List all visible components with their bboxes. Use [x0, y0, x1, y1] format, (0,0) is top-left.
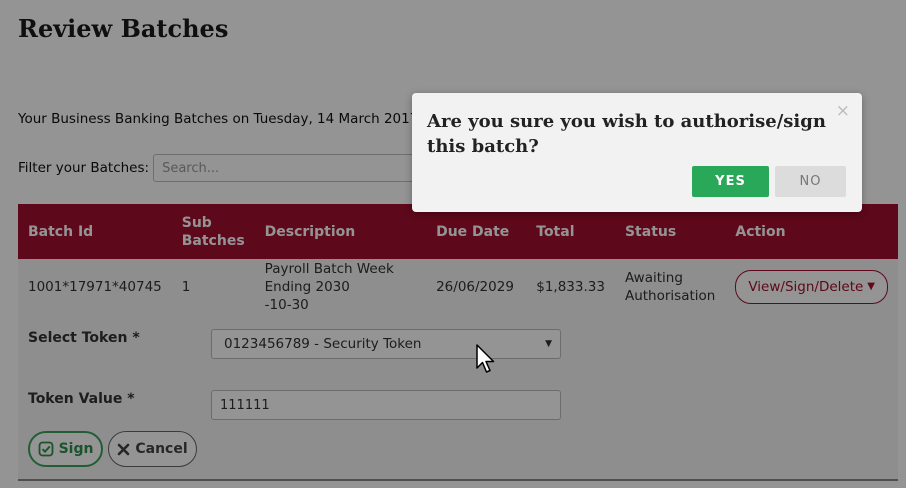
yes-button[interactable]: YES: [692, 166, 769, 197]
mouse-pointer-icon: [476, 344, 495, 373]
modal-backdrop[interactable]: [0, 0, 906, 488]
confirm-dialog: Are you sure you wish to authorise/sign …: [412, 93, 862, 212]
dialog-message: Are you sure you wish to authorise/sign …: [427, 111, 826, 157]
no-button[interactable]: NO: [775, 166, 846, 197]
close-icon[interactable]: ×: [836, 101, 850, 121]
